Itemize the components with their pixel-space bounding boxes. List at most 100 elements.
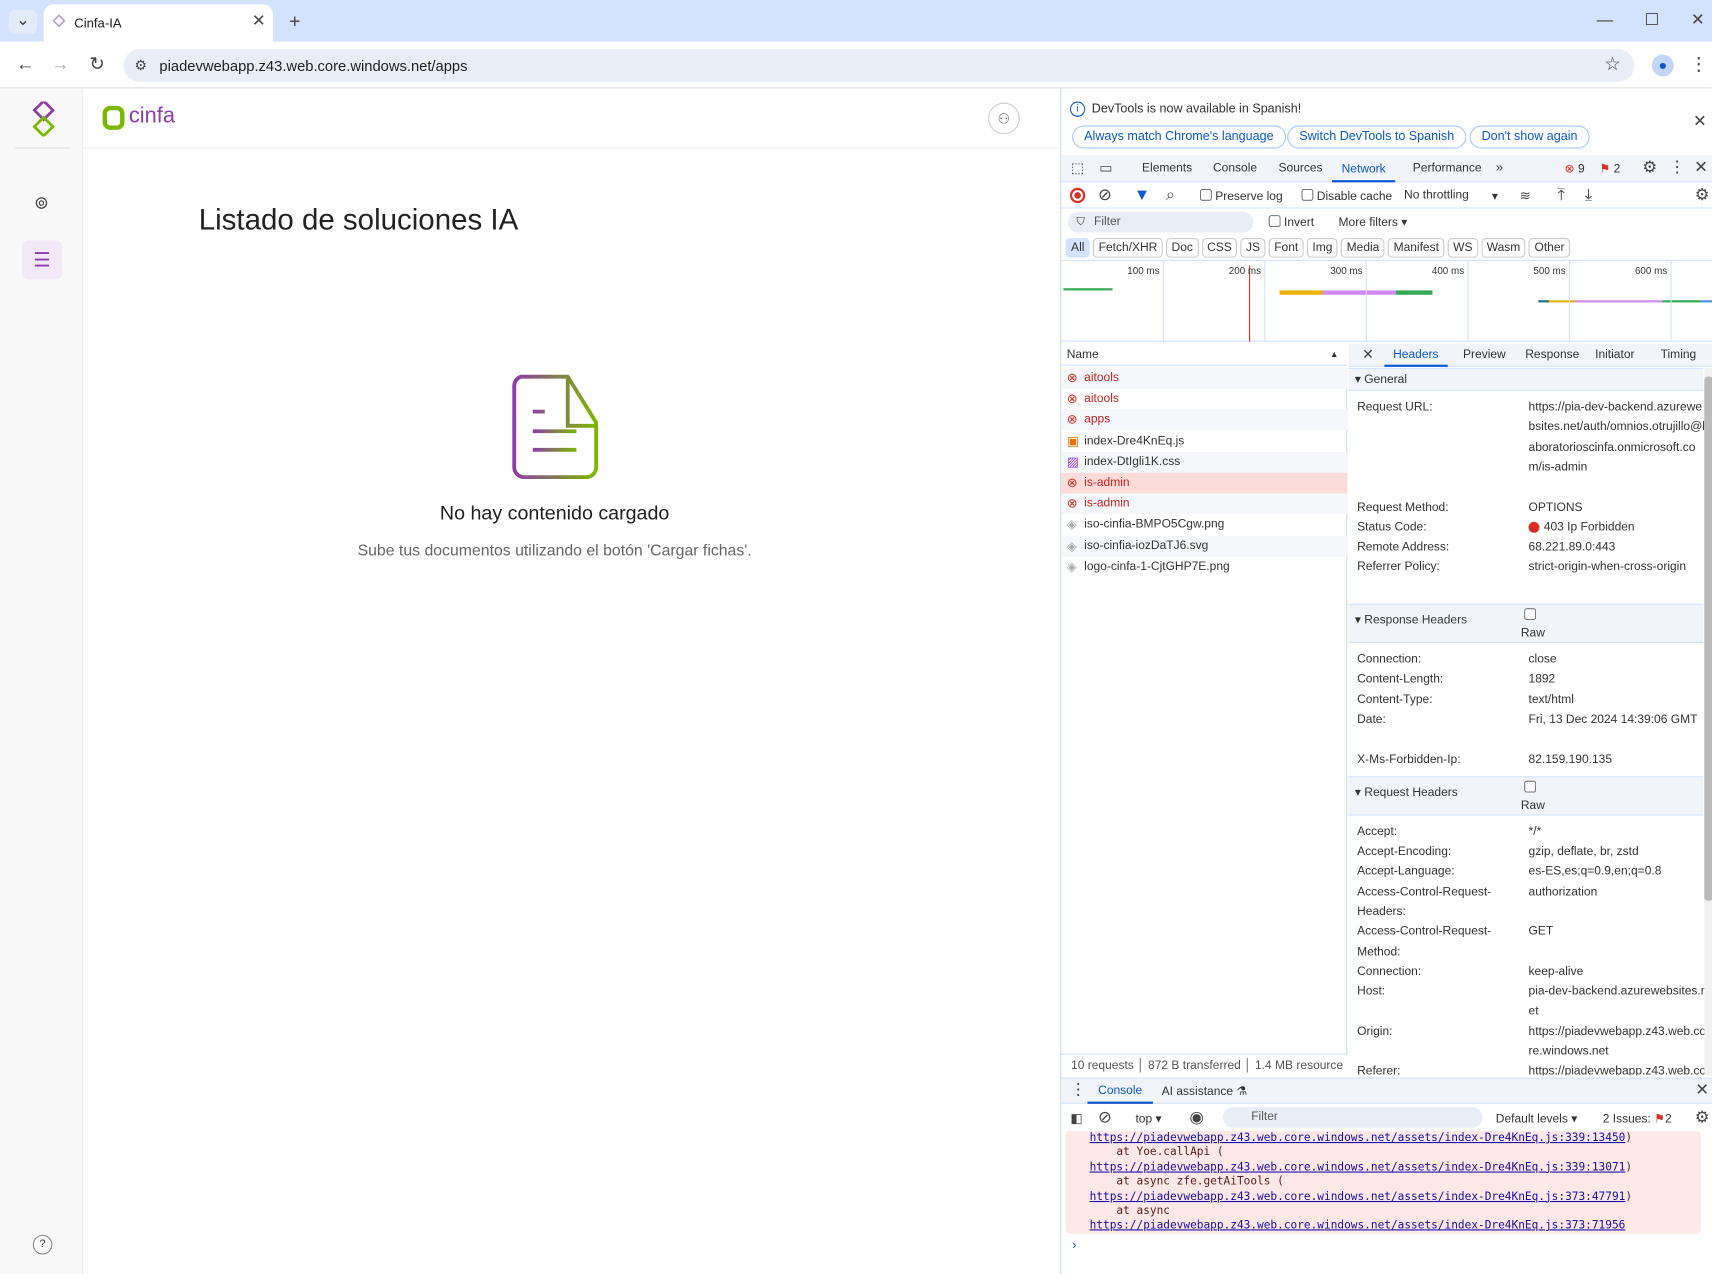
detail-tab-preview[interactable]: Preview (1454, 344, 1514, 367)
detail-tab-response[interactable]: Response (1517, 344, 1589, 367)
console-source-link[interactable]: https://piadevwebapp.z43.web.core.window… (1090, 1191, 1626, 1203)
drawer-tab-console[interactable]: Console (1087, 1078, 1153, 1104)
tab-performance[interactable]: Performance (1413, 162, 1482, 175)
import-har-icon[interactable]: ⤒ (1553, 185, 1570, 207)
detail-tab-initiator[interactable]: Initiator (1586, 344, 1643, 367)
section-request_label[interactable]: ▾ Request Headers Raw (1348, 776, 1704, 816)
preserve-log-checkbox[interactable] (1199, 188, 1212, 201)
browser-menu-icon[interactable]: ⋮ (1688, 53, 1710, 75)
section-general_label[interactable]: ▾ General (1348, 367, 1704, 391)
browser-tab[interactable]: Cinfa-IA (43, 4, 273, 42)
export-har-icon[interactable]: ⤓ (1580, 185, 1597, 207)
disable-cache-checkbox[interactable] (1301, 188, 1314, 201)
section-response_label[interactable]: ▾ Response Headers Raw (1348, 603, 1704, 644)
throttling-select[interactable]: No throttling ▾ (1404, 189, 1498, 203)
maximize-icon[interactable]: ☐ (1641, 10, 1663, 32)
drawer-tab-ai-assistance[interactable]: AI assistance ⚗ (1162, 1084, 1248, 1098)
more-tabs-icon[interactable]: » (1496, 159, 1503, 174)
details-scrollbar[interactable] (1704, 367, 1712, 1076)
filter-ws[interactable]: WS (1447, 238, 1478, 258)
clear-console-icon[interactable]: ⊘ (1096, 1107, 1113, 1129)
tab-network[interactable]: Network (1331, 155, 1396, 183)
profile-avatar[interactable]: ● (1651, 54, 1674, 77)
issues-counter[interactable]: 2 Issues: ⚑2 (1603, 1111, 1672, 1126)
table-row[interactable]: ⊗ apps (1061, 409, 1348, 431)
name-column-header[interactable]: Name ▲ (1061, 343, 1348, 366)
live-expression-icon[interactable]: ◉ (1187, 1107, 1207, 1129)
address-bar[interactable]: piadevwebapp.z43.web.core.windows.net/ap… (123, 49, 1635, 82)
table-row[interactable]: ◈ iso-cinfia-iozDaTJ6.svg (1061, 535, 1348, 557)
filter-font[interactable]: Font (1268, 238, 1304, 258)
table-row[interactable]: ▣ index-Dre4KnEq.js (1061, 431, 1347, 452)
filter-css[interactable]: CSS (1201, 238, 1238, 258)
console-source-link[interactable]: https://piadevwebapp.z43.web.core.window… (1090, 1220, 1626, 1232)
table-row[interactable]: ⊗ is-admin (1061, 472, 1348, 494)
devtools-menu-icon[interactable]: ⋮ (1668, 157, 1685, 179)
tab-console[interactable]: Console (1213, 162, 1257, 175)
filter-other[interactable]: Other (1529, 238, 1570, 258)
search-icon[interactable]: ⌕ (1162, 185, 1179, 207)
tab-elements[interactable]: Elements (1142, 162, 1192, 175)
network-overview[interactable]: 100 ms 200 ms 300 ms 400 ms 500 ms 600 ms (1061, 259, 1712, 342)
filter-manifest[interactable]: Manifest (1388, 238, 1445, 258)
filter-media[interactable]: Media (1341, 238, 1385, 258)
network-settings-icon[interactable]: ⚙ (1692, 185, 1712, 207)
device-toolbar-icon[interactable]: ▭ (1096, 157, 1116, 179)
console-filter-input[interactable]: Filter (1222, 1107, 1483, 1128)
sidebar-item-list[interactable]: ☰ (21, 240, 63, 280)
filter-toggle-icon[interactable]: ▼ (1133, 185, 1150, 207)
table-row[interactable]: ◈ logo-cinfa-1-CjtGHP7E.png (1061, 557, 1347, 578)
tab-sources[interactable]: Sources (1278, 162, 1322, 175)
bookmark-star-icon[interactable]: ☆ (1602, 53, 1624, 75)
filter-img[interactable]: Img (1306, 238, 1338, 258)
filter-input[interactable]: Filter (1067, 211, 1254, 233)
detail-tab-timing[interactable]: Timing (1652, 344, 1705, 367)
network-conditions-icon[interactable]: ≋ (1515, 185, 1535, 207)
console-settings-icon[interactable]: ⚙ (1692, 1107, 1712, 1129)
filter-fetchxhr[interactable]: Fetch/XHR (1093, 238, 1163, 258)
close-banner-icon[interactable]: ✕ (1692, 111, 1707, 133)
raw-checkbox[interactable] (1524, 780, 1537, 793)
clear-icon[interactable]: ⊘ (1096, 185, 1113, 207)
detail-tab-headers[interactable]: Headers (1384, 344, 1448, 367)
switch-spanish-button[interactable]: Switch DevTools to Spanish (1287, 125, 1467, 149)
issue-count[interactable]: 2 (1614, 163, 1621, 176)
tab-search-button[interactable]: ⌄ (8, 9, 38, 34)
match-language-button[interactable]: Always match Chrome's language (1072, 125, 1286, 149)
table-row[interactable]: ◈ iso-cinfia-BMPO5Cgw.png (1061, 515, 1347, 536)
filter-all[interactable]: All (1065, 238, 1090, 258)
reload-icon[interactable]: ↻ (86, 53, 108, 75)
back-icon[interactable]: ← (14, 53, 36, 75)
raw-checkbox[interactable] (1524, 608, 1537, 621)
close-drawer-icon[interactable]: ✕ (1694, 1080, 1709, 1102)
log-levels-dropdown[interactable]: Default levels ▾ (1496, 1111, 1577, 1126)
console-source-link[interactable]: https://piadevwebapp.z43.web.core.window… (1090, 1132, 1626, 1144)
console-sidebar-icon[interactable]: ◧ (1068, 1107, 1085, 1129)
more-filters-dropdown[interactable]: More filters ▾ (1339, 215, 1408, 229)
new-tab-icon[interactable]: + (284, 10, 306, 32)
invert-checkbox[interactable] (1268, 215, 1281, 228)
console-source-link[interactable]: https://piadevwebapp.z43.web.core.window… (1090, 1161, 1626, 1173)
filter-doc[interactable]: Doc (1166, 238, 1199, 258)
sidebar-item-chat[interactable]: ⊚ (31, 193, 53, 215)
close-details-icon[interactable]: ✕ (1360, 344, 1375, 366)
user-avatar-button[interactable]: ⚇ (988, 102, 1020, 135)
close-devtools-icon[interactable]: ✕ (1692, 157, 1709, 179)
record-button[interactable] (1069, 187, 1086, 204)
drawer-menu-icon[interactable]: ⋮ (1070, 1080, 1086, 1102)
close-window-icon[interactable]: ✕ (1687, 10, 1709, 32)
filter-wasm[interactable]: Wasm (1481, 238, 1526, 258)
help-icon[interactable]: ? (32, 1234, 53, 1255)
close-tab-icon[interactable]: ✕ (249, 11, 269, 33)
error-count[interactable]: 9 (1578, 163, 1585, 176)
inspect-element-icon[interactable]: ⬚ (1068, 157, 1088, 179)
context-selector[interactable]: top ▾ (1135, 1111, 1161, 1126)
console-prompt[interactable]: › (1072, 1237, 1076, 1252)
filter-js[interactable]: JS (1240, 238, 1266, 258)
table-row[interactable]: ▨ index-DtIgli1K.css (1061, 451, 1348, 473)
minimize-icon[interactable]: — (1594, 10, 1616, 32)
table-row[interactable]: ⊗ aitools (1061, 389, 1347, 410)
settings-icon[interactable]: ⚙ (1640, 157, 1660, 179)
forward-icon[interactable]: → (49, 53, 71, 75)
dont-show-again-button[interactable]: Don't show again (1469, 125, 1590, 149)
